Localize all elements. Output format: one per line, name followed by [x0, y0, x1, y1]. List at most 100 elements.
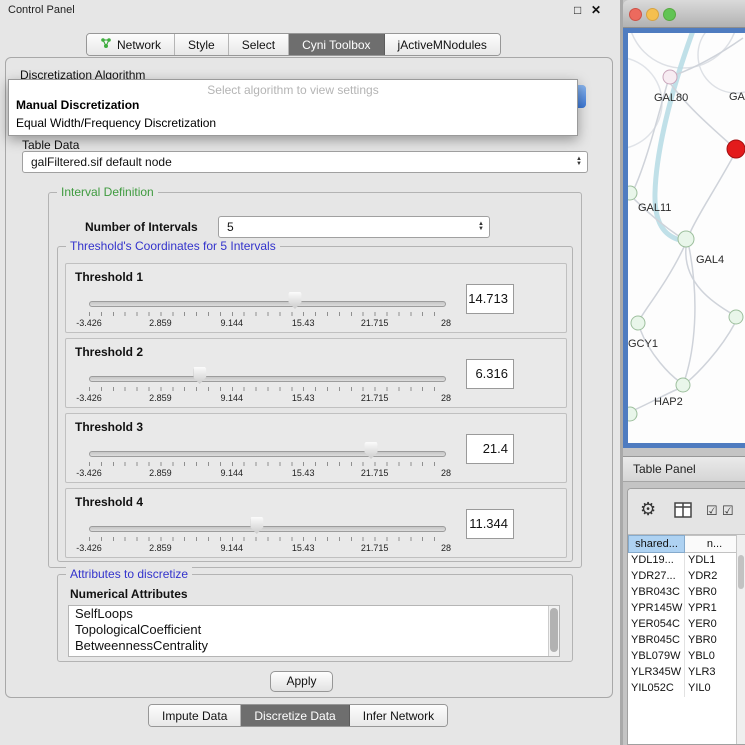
scale-label: -3.426 — [76, 318, 102, 328]
slider-track[interactable] — [89, 526, 446, 532]
tab-network[interactable]: Network — [87, 34, 175, 55]
scale-label: 15.43 — [292, 468, 315, 478]
threshold-label: Threshold 1 — [75, 270, 143, 284]
node-gal80[interactable] — [663, 70, 677, 84]
menu-item-equal-width-frequency[interactable]: Equal Width/Frequency Discretization — [9, 115, 577, 133]
tab-impute-data[interactable]: Impute Data — [149, 705, 241, 726]
network-edge[interactable] — [685, 247, 695, 379]
network-edge[interactable] — [640, 247, 684, 319]
node-gcy1[interactable] — [631, 316, 645, 330]
scale-label: 2.859 — [149, 393, 172, 403]
tab-label: Infer Network — [363, 709, 434, 723]
threshold-value-field[interactable]: 14.713 — [466, 284, 514, 314]
cell-shared-name: YBL079W — [628, 649, 685, 665]
node[interactable] — [628, 407, 637, 421]
menu-placeholder-item[interactable]: Select algorithm to view settings — [9, 80, 577, 97]
tab-infer-network[interactable]: Infer Network — [350, 705, 447, 726]
list-item[interactable]: BetweennessCentrality — [69, 638, 559, 654]
threshold-1-slider[interactable]: -3.426 2.859 9.144 15.43 21.715 28 — [89, 288, 446, 330]
cell-shared-name: YDL19... — [628, 553, 685, 569]
threshold-value-field[interactable]: 6.316 — [466, 359, 514, 389]
network-window-titlebar[interactable] — [623, 0, 745, 28]
slider-scale: -3.426 2.859 9.144 15.43 21.715 28 — [89, 468, 446, 479]
node[interactable] — [628, 186, 637, 200]
slider-scale: -3.426 2.859 9.144 15.43 21.715 28 — [89, 318, 446, 329]
scrollbar-thumb[interactable] — [550, 608, 558, 652]
select-checkbox-icon[interactable]: ☑ — [706, 503, 718, 519]
node-hap2[interactable] — [676, 378, 690, 392]
scrollbar-thumb[interactable] — [738, 555, 744, 589]
menu-item-manual-discretization[interactable]: Manual Discretization — [9, 97, 577, 115]
tab-label: Style — [188, 38, 215, 52]
node[interactable] — [729, 310, 743, 324]
slider-track[interactable] — [89, 451, 446, 457]
threshold-3-slider[interactable]: -3.426 2.859 9.144 15.43 21.715 28 — [89, 438, 446, 480]
list-scrollbar[interactable] — [548, 606, 559, 656]
tab-style[interactable]: Style — [175, 34, 229, 55]
node-selected-red[interactable] — [727, 140, 745, 158]
tab-label: jActiveMNodules — [398, 38, 487, 52]
scale-label: 9.144 — [221, 543, 244, 553]
tab-jactivemnodules[interactable]: jActiveMNodules — [385, 34, 500, 55]
numerical-attributes-list[interactable]: SelfLoops TopologicalCoefficient Between… — [68, 605, 560, 657]
close-traffic-light-icon[interactable] — [629, 8, 642, 21]
slider-track[interactable] — [89, 376, 446, 382]
attributes-group: Attributes to discretize Numerical Attri… — [57, 574, 573, 662]
number-of-intervals-value: 5 — [219, 220, 473, 234]
tab-cyni-toolbox[interactable]: Cyni Toolbox — [289, 34, 384, 55]
select-checkbox-icon[interactable]: ☑ — [722, 503, 734, 519]
threshold-value-field[interactable]: 21.4 — [466, 434, 514, 464]
gear-icon[interactable]: ⚙ — [640, 499, 656, 520]
network-view-canvas[interactable]: GAL80 GA GAL11 GAL4 GCY1 HAP2 — [623, 28, 745, 448]
tab-select[interactable]: Select — [229, 34, 289, 55]
table-header-row: shared... n... — [628, 535, 745, 553]
table-row[interactable]: YDL19... YDL1 — [628, 553, 745, 569]
algorithm-dropdown-menu: Select algorithm to view settings Manual… — [8, 79, 578, 136]
tab-discretize-data[interactable]: Discretize Data — [241, 705, 349, 726]
list-item[interactable]: TopologicalCoefficient — [69, 622, 559, 638]
column-header-shared-name[interactable]: shared... — [628, 535, 685, 553]
scale-label: -3.426 — [76, 393, 102, 403]
node-gal4[interactable] — [678, 231, 694, 247]
table-panel-title: Table Panel — [623, 456, 745, 482]
network-edge[interactable] — [640, 329, 680, 382]
tab-label: Network — [117, 38, 161, 52]
table-row[interactable]: YBL079W YBL0 — [628, 649, 745, 665]
table-row[interactable]: YBR045C YBR0 — [628, 633, 745, 649]
table-data-dropdown[interactable]: galFiltered.sif default node ▲ ▼ — [22, 151, 588, 173]
network-edge[interactable] — [690, 155, 734, 233]
threshold-value-field[interactable]: 11.344 — [466, 509, 514, 539]
scale-label: 21.715 — [361, 393, 389, 403]
threshold-4-slider[interactable]: -3.426 2.859 9.144 15.43 21.715 28 — [89, 513, 446, 555]
node-label: HAP2 — [654, 396, 683, 408]
slider-track[interactable] — [89, 301, 446, 307]
threshold-2-slider[interactable]: -3.426 2.859 9.144 15.43 21.715 28 — [89, 363, 446, 405]
table-data-selected-value: galFiltered.sif default node — [23, 155, 571, 169]
window-restore-icon[interactable]: □ — [574, 3, 581, 17]
window-close-icon[interactable]: ✕ — [591, 3, 601, 17]
table-row[interactable]: YLR345W YLR3 — [628, 665, 745, 681]
threshold-1-panel: Threshold 1 -3.426 2.859 9.144 15.43 21.… — [65, 263, 567, 333]
apply-button[interactable]: Apply — [270, 671, 333, 692]
table-scrollbar[interactable] — [736, 535, 745, 744]
table-row[interactable]: YER054C YER0 — [628, 617, 745, 633]
tab-label: Cyni Toolbox — [302, 38, 370, 52]
slider-scale: -3.426 2.859 9.144 15.43 21.715 28 — [89, 393, 446, 404]
scale-label: -3.426 — [76, 543, 102, 553]
number-of-intervals-dropdown[interactable]: 5 ▲ ▼ — [218, 216, 490, 238]
table-row[interactable]: YBR043C YBR0 — [628, 585, 745, 601]
table-row[interactable]: YDR27... YDR2 — [628, 569, 745, 585]
node-label: GAL11 — [638, 202, 671, 214]
cell-shared-name: YBR043C — [628, 585, 685, 601]
table-row[interactable]: YIL052C YIL0 — [628, 681, 745, 697]
table-row[interactable]: YPR145W YPR1 — [628, 601, 745, 617]
minimize-traffic-light-icon[interactable] — [646, 8, 659, 21]
scale-label: 9.144 — [221, 318, 244, 328]
threshold-2-panel: Threshold 2 -3.426 2.859 9.144 15.43 21.… — [65, 338, 567, 408]
slider-ticks — [89, 312, 446, 316]
list-item[interactable]: SelfLoops — [69, 606, 559, 622]
node-label: GAL80 — [654, 92, 688, 104]
cell-shared-name: YIL052C — [628, 681, 685, 697]
zoom-traffic-light-icon[interactable] — [663, 8, 676, 21]
columns-icon[interactable] — [674, 502, 692, 523]
